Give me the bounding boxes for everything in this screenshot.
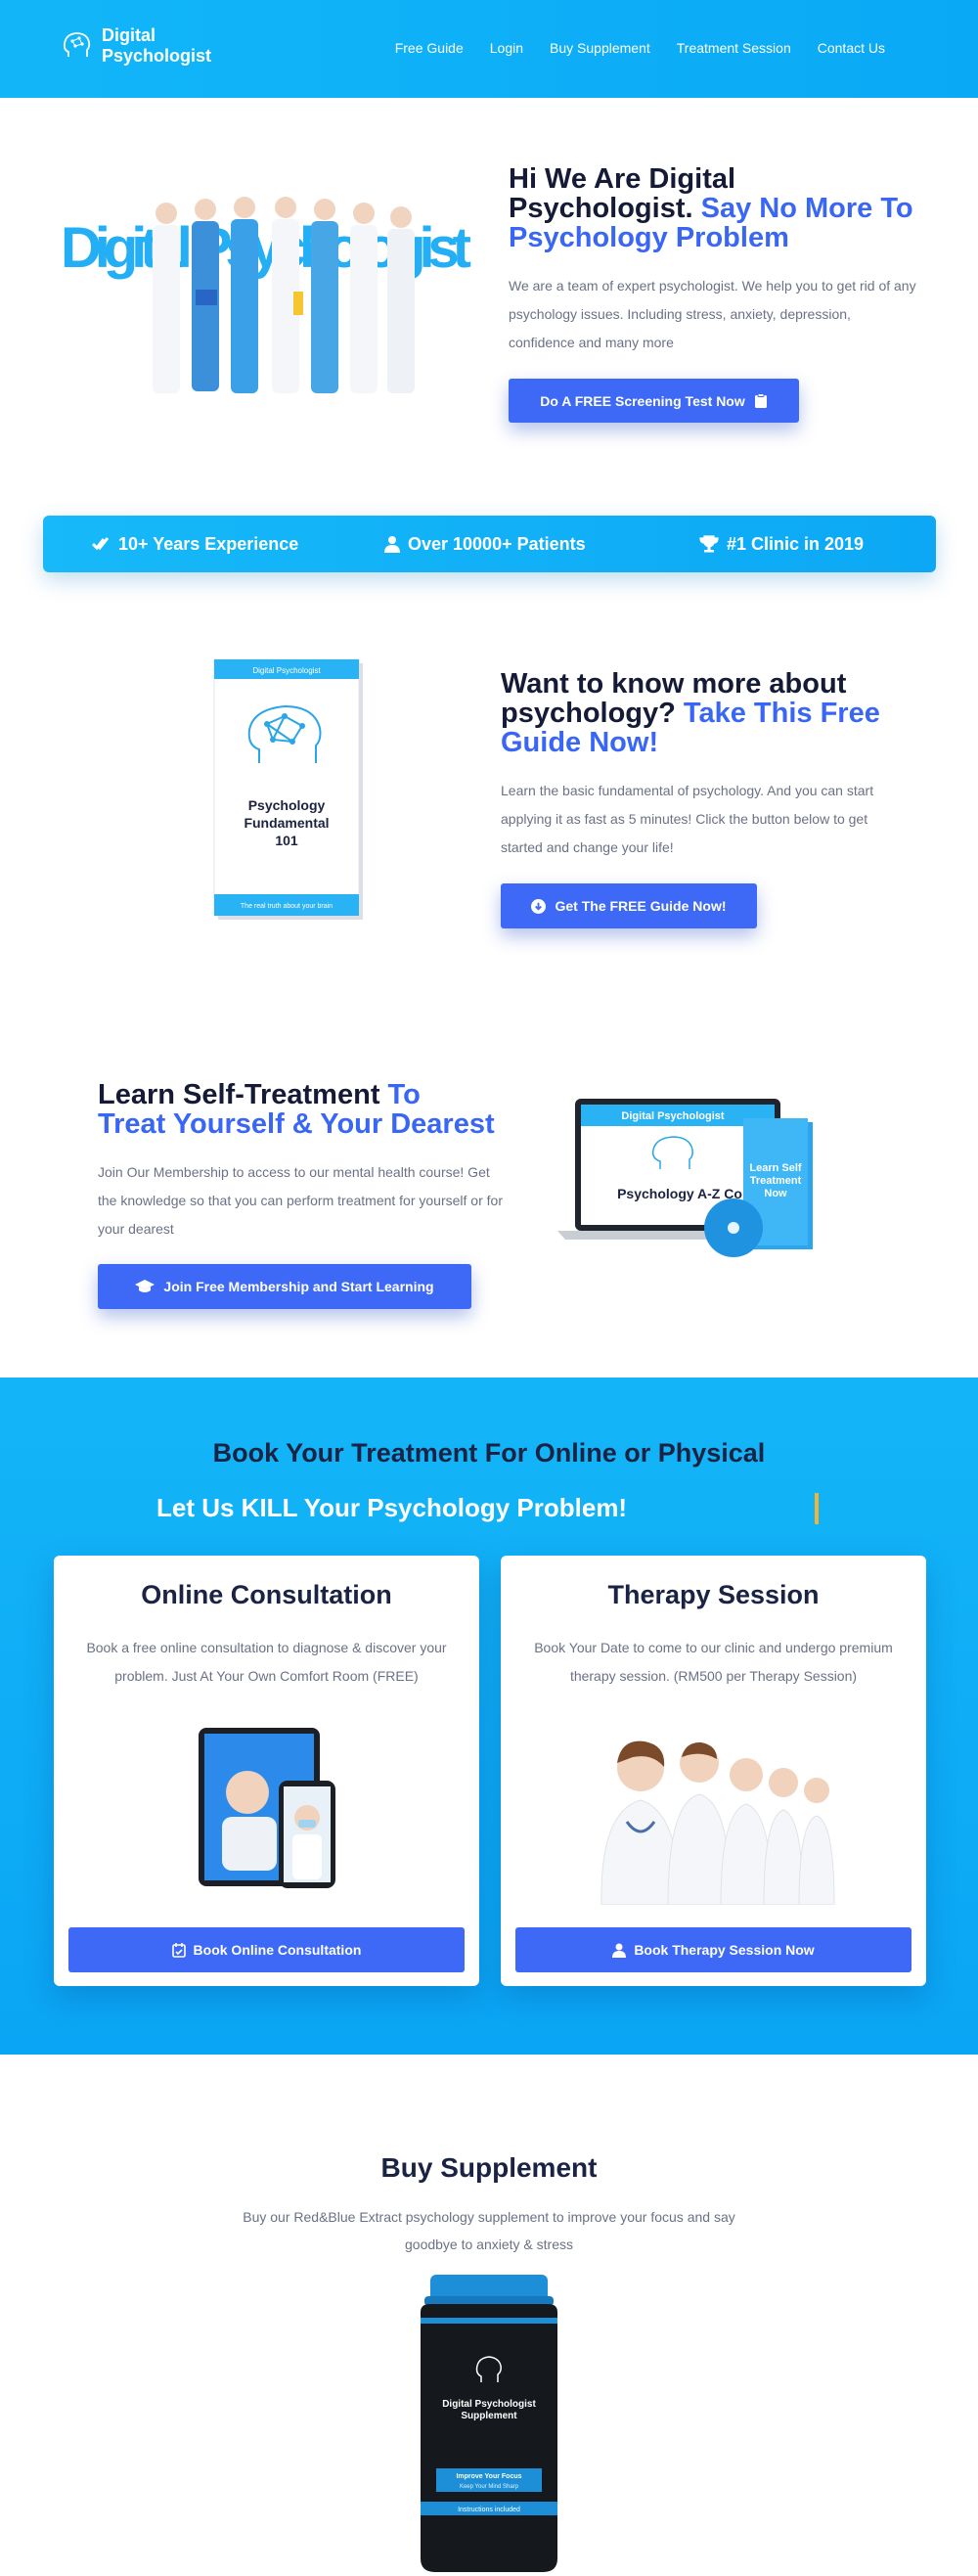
doctors-thumbs-up-image [600, 1740, 835, 1905]
self-treatment-title: Learn Self-Treatment To Treat Yourself &… [98, 1080, 509, 1139]
book-therapy-session-label: Book Therapy Session Now [634, 1942, 815, 1958]
book-section-subtitle: Let Us KILL Your Psychology Problem! [156, 1493, 628, 1522]
double-check-icon [92, 537, 110, 551]
hero-text-block: Hi We Are Digital Psychologist. Say No M… [509, 164, 919, 357]
hero-title: Hi We Are Digital Psychologist. Say No M… [509, 164, 919, 252]
ebook-header: Digital Psychologist [252, 666, 321, 675]
nav-contact-us[interactable]: Contact Us [818, 40, 885, 56]
laptop-header: Digital Psychologist [621, 1110, 724, 1122]
hero-title-accent-2: Psychology Problem [509, 222, 789, 253]
tablet-phone-video-call-image [198, 1728, 335, 1888]
logo-line-2: Psychologist [102, 46, 212, 66]
supplement-jar-image: Digital Psychologist Supplement Improve Y… [421, 2275, 557, 2572]
nav-free-guide[interactable]: Free Guide [395, 40, 464, 56]
main-nav: Free Guide Login Buy Supplement Treatmen… [369, 40, 885, 56]
self-title-accent-1: To [387, 1079, 421, 1110]
join-membership-label: Join Free Membership and Start Learning [163, 1279, 434, 1294]
brain-head-icon [63, 32, 91, 57]
free-screening-test-button[interactable]: Do A FREE Screening Test Now [509, 379, 799, 423]
nav-login[interactable]: Login [490, 40, 523, 56]
self-treatment-text-block: Learn Self-Treatment To Treat Yourself &… [98, 1080, 509, 1243]
arrow-circle-down-icon [531, 898, 547, 914]
stat-experience-label: 10+ Years Experience [118, 533, 299, 554]
guide-title-accent-1: Take This Free [683, 698, 880, 729]
stat-award: #1 Clinic in 2019 [698, 516, 864, 572]
stats-bar: 10+ Years Experience Over 10000+ Patient… [43, 516, 936, 572]
user-doctor-icon [612, 1943, 627, 1958]
trophy-icon [699, 535, 719, 553]
doctors-team-image: Digital Psychologist [61, 197, 471, 393]
ebook-footer: The real truth about your brain [241, 903, 333, 910]
book-treatment-section: Book Your Treatment For Online or Physic… [0, 1378, 978, 2055]
online-consultation-description: Book a free online consultation to diagn… [86, 1640, 447, 1684]
free-screening-test-label: Do A FREE Screening Test Now [540, 392, 745, 409]
clipboard-icon [754, 392, 767, 408]
book-online-consultation-label: Book Online Consultation [193, 1942, 362, 1958]
stat-patients: Over 10000+ Patients [383, 516, 586, 572]
graduation-cap-icon [135, 1280, 156, 1292]
get-free-guide-label: Get The FREE Guide Now! [555, 898, 727, 914]
typing-cursor [815, 1493, 819, 1524]
hero-title-line-2: Psychologist. [509, 193, 693, 224]
jar-tag-1: Improve Your Focus [456, 2473, 521, 2480]
guide-title-line-1: Want to know more about [501, 668, 847, 700]
guide-text-block: Want to know more about psychology? Take… [501, 669, 911, 862]
online-consultation-card: Online Consultation Book a free online c… [54, 1556, 479, 1986]
hero-description: We are a team of expert psychologist. We… [509, 278, 916, 350]
site-header: Digital Psychologist Free Guide Login Bu… [0, 0, 978, 98]
stat-award-label: #1 Clinic in 2019 [727, 533, 865, 554]
jar-foot: Instructions included [458, 2507, 520, 2513]
calendar-check-icon [171, 1942, 186, 1958]
therapy-session-description: Book Your Date to come to our clinic and… [534, 1640, 893, 1684]
join-membership-button[interactable]: Join Free Membership and Start Learning [98, 1264, 471, 1309]
guide-title-line-2: psychology? [501, 698, 676, 729]
supplement-description: Buy our Red&Blue Extract psychology supp… [243, 2209, 735, 2252]
book-therapy-session-button[interactable]: Book Therapy Session Now [515, 1927, 911, 1972]
stat-patients-label: Over 10000+ Patients [408, 533, 586, 554]
supplement-title: Buy Supplement [380, 2152, 598, 2183]
get-free-guide-button[interactable]: Get The FREE Guide Now! [501, 883, 757, 928]
course-laptop-image: Digital Psychologist Psychology A-Z Co L… [557, 1099, 813, 1257]
therapy-session-card: Therapy Session Book Your Date to come t… [501, 1556, 926, 1986]
guide-description: Learn the basic fundamental of psycholog… [501, 783, 874, 855]
user-icon [384, 536, 400, 553]
nav-buy-supplement[interactable]: Buy Supplement [550, 40, 650, 56]
online-consultation-title: Online Consultation [141, 1580, 392, 1609]
book-section-title: Book Your Treatment For Online or Physic… [212, 1438, 766, 1468]
guide-title-accent-2: Guide Now! [501, 727, 659, 758]
self-title-accent-2: Treat Yourself & Your Dearest [98, 1108, 495, 1140]
logo-line-1: Digital [102, 25, 156, 45]
therapy-session-title: Therapy Session [607, 1580, 820, 1609]
guide-ebook-image: Digital Psychologist Psychology Fundament… [213, 658, 363, 920]
self-treatment-description: Join Our Membership to access to our men… [98, 1164, 503, 1237]
site-logo[interactable]: Digital Psychologist [61, 25, 229, 67]
nav-treatment-session[interactable]: Treatment Session [677, 40, 791, 56]
jar-tag-2: Keep Your Mind Sharp [460, 2484, 519, 2490]
self-title-line-1: Learn Self-Treatment [98, 1079, 380, 1110]
laptop-title: Psychology A-Z Co [617, 1186, 742, 1201]
guide-title: Want to know more about psychology? Take… [501, 669, 911, 757]
hero-title-accent-1: Say No More To [700, 193, 913, 224]
book-online-consultation-button[interactable]: Book Online Consultation [68, 1927, 465, 1972]
stat-experience: 10+ Years Experience [92, 516, 298, 572]
hero-title-line-1: Hi We Are Digital [509, 163, 736, 195]
